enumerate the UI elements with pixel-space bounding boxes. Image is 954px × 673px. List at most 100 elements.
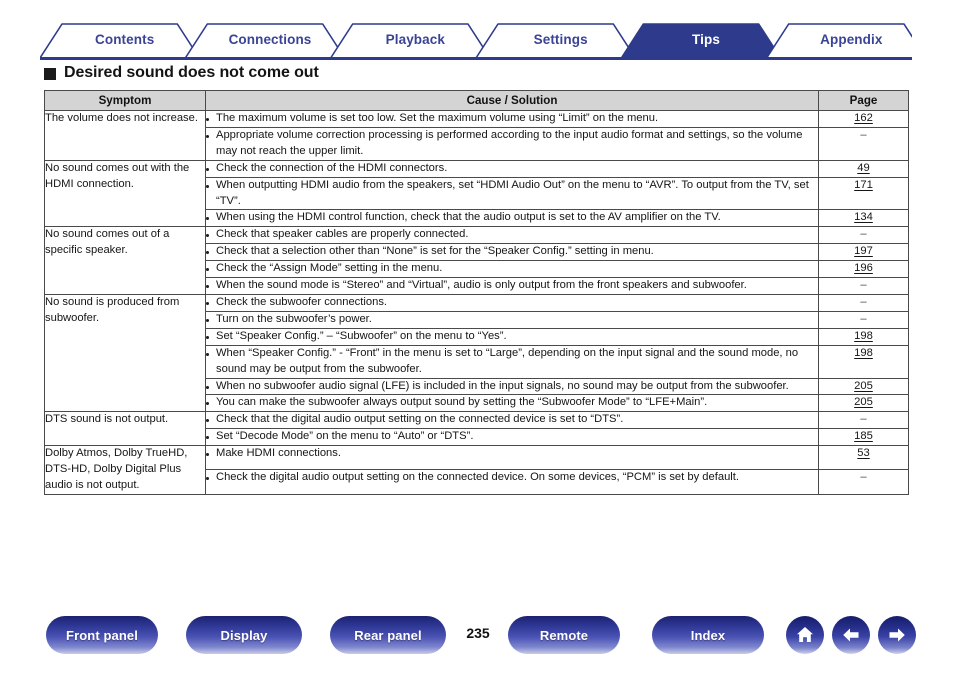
page-title-text: Desired sound does not come out: [64, 64, 319, 81]
table-row: No sound comes out of a specific speaker…: [44, 226, 909, 295]
cause-solution-text: Check that the digital audio output sett…: [216, 413, 624, 426]
page-reference-cell: –: [818, 469, 909, 495]
tab-contents[interactable]: Contents: [52, 22, 197, 58]
front-panel-button[interactable]: Front panel: [46, 616, 158, 654]
bullet-icon: [206, 134, 209, 138]
page-number: 235: [466, 625, 490, 641]
cause-solution-cell: Check the “Assign Mode” setting in the m…: [205, 260, 819, 279]
page-link[interactable]: 198: [854, 330, 873, 342]
bullet-icon: [206, 118, 209, 121]
page-reference-cell[interactable]: 49: [818, 159, 909, 178]
cause-solution-cell: Check the digital audio output setting o…: [205, 469, 819, 495]
page-link[interactable]: 185: [854, 430, 873, 442]
cause-solution-cell: Check that a selection other than “None”…: [205, 243, 819, 262]
page-link[interactable]: 196: [854, 262, 873, 274]
cause-solution-cell: Set “Decode Mode” on the menu to “Auto” …: [205, 428, 819, 447]
home-icon: [797, 627, 813, 642]
page-link[interactable]: 134: [854, 211, 873, 223]
bullet-icon: [206, 234, 209, 238]
table-body: The volume does not increase. The maximum…: [44, 110, 909, 495]
page-link[interactable]: 205: [854, 380, 873, 392]
tab-connections[interactable]: Connections: [197, 22, 342, 58]
symptom-cell: The volume does not increase.: [44, 110, 206, 161]
page-reference-cell[interactable]: 197: [818, 243, 909, 262]
cause-solution-text: Appropriate volume correction processing…: [216, 128, 803, 157]
page-none: –: [860, 128, 867, 141]
cause-solution-text: Check the “Assign Mode” setting in the m…: [216, 262, 443, 275]
page-link[interactable]: 197: [854, 245, 873, 257]
cause-solution-text: Check the digital audio output setting o…: [216, 471, 739, 484]
bullet-icon: [206, 268, 209, 272]
bottom-navigation: Front panel Display Rear panel Remote Index …: [0, 616, 954, 660]
cause-solution-cell: When “Speaker Config.” - “Front” in the …: [205, 344, 819, 379]
page-reference-cell[interactable]: 205: [818, 377, 909, 396]
page-reference-cell: –: [818, 226, 909, 245]
symptom-cell: No sound is produced from subwoofer.: [44, 293, 206, 413]
cause-solution-text: The maximum volume is set too low. Set t…: [216, 112, 659, 124]
page-reference-cell[interactable]: 198: [818, 344, 909, 379]
cause-solution-cell: Appropriate volume correction processing…: [205, 126, 819, 161]
cause-solution-cell: The maximum volume is set too low. Set t…: [205, 110, 819, 128]
tab-settings[interactable]: Settings: [488, 22, 633, 58]
display-button[interactable]: Display: [186, 616, 302, 654]
cause-solution-text: When outputting HDMI audio from the spea…: [216, 178, 809, 207]
page-reference-cell: –: [818, 277, 909, 295]
table-row: Dolby Atmos, Dolby TrueHD, DTS-HD, Dolby…: [44, 445, 909, 495]
symptom-cell: No sound comes out with the HDMI connect…: [44, 159, 206, 228]
page-none: –: [860, 413, 867, 426]
page-link[interactable]: 205: [854, 396, 873, 408]
table-row: No sound comes out with the HDMI connect…: [44, 159, 909, 228]
bullet-icon: [206, 352, 209, 356]
page-reference-cell[interactable]: 53: [818, 445, 909, 471]
arrow-right-button[interactable]: [878, 616, 916, 654]
bullet-icon: [206, 477, 209, 481]
page-reference-cell: –: [818, 293, 909, 312]
page-reference-cell[interactable]: 171: [818, 176, 909, 211]
tab-playback[interactable]: Playback: [343, 22, 488, 58]
page-link[interactable]: 162: [854, 112, 873, 124]
page-reference-cell[interactable]: 162: [818, 110, 909, 128]
cause-solution-cell: You can make the subwoofer always output…: [205, 394, 819, 413]
cause-solution-text: When “Speaker Config.” - “Front” in the …: [216, 346, 799, 375]
bullet-icon: [206, 184, 209, 188]
arrow-left-button[interactable]: [832, 616, 870, 654]
page-none: –: [860, 312, 867, 325]
page-reference-cell[interactable]: 198: [818, 327, 909, 346]
page-link[interactable]: 171: [854, 179, 873, 191]
arrow-right-icon: [889, 628, 905, 642]
remote-button[interactable]: Remote: [508, 616, 620, 654]
cause-solution-cell: When no subwoofer audio signal (LFE) is …: [205, 377, 819, 396]
cause-solution-text: Set “Speaker Config.” – “Subwoofer” on t…: [216, 329, 507, 342]
page-reference-cell[interactable]: 205: [818, 394, 909, 413]
arrow-left-icon: [843, 628, 859, 642]
page-reference-cell[interactable]: 196: [818, 260, 909, 279]
table-header-row: Symptom Cause / Solution Page: [44, 90, 909, 111]
cause-solution-text: Check that a selection other than “None”…: [216, 245, 654, 258]
home-button[interactable]: [786, 616, 824, 654]
page-reference-cell[interactable]: 134: [818, 209, 909, 228]
page-title: Desired sound does not come out: [44, 64, 319, 82]
cause-solution-cell: Turn on the subwoofer’s power.: [205, 310, 819, 329]
page-link[interactable]: 53: [857, 447, 869, 459]
page-reference-cell[interactable]: 185: [818, 428, 909, 447]
bullet-icon: [206, 335, 209, 339]
page-reference-cell: –: [818, 310, 909, 329]
cause-solution-cell: Check the subwoofer connections.: [205, 293, 819, 312]
page-reference-cell: –: [818, 126, 909, 161]
page-link[interactable]: 49: [857, 162, 869, 174]
cause-solution-cell: Make HDMI connections.: [205, 445, 819, 471]
square-bullet-icon: [44, 68, 56, 80]
cause-solution-cell: Check that speaker cables are properly c…: [205, 226, 819, 245]
cause-solution-text: Check that speaker cables are properly c…: [216, 228, 469, 241]
troubleshooting-table: Symptom Cause / Solution Page The volume…: [44, 90, 909, 495]
cause-solution-cell: Check that the digital audio output sett…: [205, 411, 819, 430]
tab-tips[interactable]: Tips: [633, 22, 778, 58]
cause-solution-text: When the sound mode is “Stereo” and “Vir…: [216, 279, 747, 292]
column-header-page: Page: [818, 90, 909, 111]
rear-panel-button[interactable]: Rear panel: [330, 616, 446, 654]
bullet-icon: [206, 402, 209, 406]
table-row: DTS sound is not output. Check that the d…: [44, 411, 909, 447]
index-button[interactable]: Index: [652, 616, 764, 654]
tab-appendix[interactable]: Appendix: [779, 22, 924, 58]
page-link[interactable]: 198: [854, 347, 873, 359]
